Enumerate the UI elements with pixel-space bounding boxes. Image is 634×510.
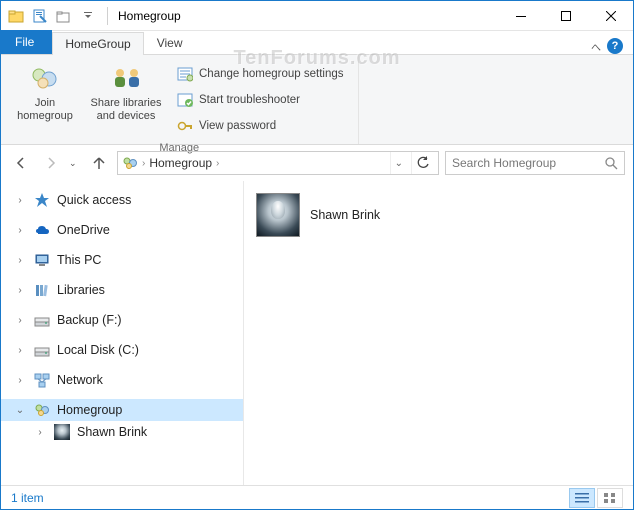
- quick-access-toolbar: [1, 5, 103, 27]
- history-dropdown-icon[interactable]: ⌄: [69, 158, 81, 169]
- refresh-button[interactable]: [411, 152, 434, 174]
- forward-button[interactable]: [39, 151, 63, 175]
- settings-icon: [177, 66, 193, 82]
- expand-icon[interactable]: ›: [13, 285, 27, 296]
- titlebar: Homegroup: [1, 1, 633, 31]
- crumb-separator-icon[interactable]: ›: [216, 158, 219, 169]
- tree-label: Quick access: [57, 193, 131, 207]
- tab-homegroup[interactable]: HomeGroup: [52, 32, 143, 55]
- tree-label: Shawn Brink: [77, 425, 147, 439]
- tree-label: Backup (F:): [57, 313, 122, 327]
- address-bar[interactable]: › Homegroup › ⌄: [117, 151, 439, 175]
- divider: [107, 7, 108, 25]
- window-controls: [498, 1, 633, 30]
- tree-backup-drive[interactable]: › Backup (F:): [1, 309, 243, 331]
- tab-file[interactable]: File: [1, 30, 52, 54]
- tree-label: This PC: [57, 253, 101, 267]
- item-count: 1 item: [11, 491, 44, 505]
- tree-label: Local Disk (C:): [57, 343, 139, 357]
- navigation-tree: › Quick access › OneDrive › This PC › Li…: [1, 181, 244, 485]
- key-icon: [177, 118, 193, 134]
- tab-view[interactable]: View: [144, 31, 196, 54]
- new-folder-icon[interactable]: [53, 5, 75, 27]
- tree-local-disk[interactable]: › Local Disk (C:): [1, 339, 243, 361]
- folder-icon: [5, 5, 27, 27]
- this-pc-icon: [33, 251, 51, 269]
- start-troubleshooter-label: Start troubleshooter: [199, 94, 300, 106]
- drive-icon: [33, 311, 51, 329]
- search-placeholder: Search Homegroup: [452, 156, 556, 170]
- user-avatar-icon: [53, 423, 71, 441]
- list-item[interactable]: Shawn Brink: [256, 193, 621, 237]
- network-icon: [33, 371, 51, 389]
- homegroup-icon: [122, 155, 138, 171]
- start-troubleshooter-button[interactable]: Start troubleshooter: [177, 89, 344, 111]
- join-homegroup-button[interactable]: Join homegroup: [7, 59, 83, 141]
- onedrive-icon: [33, 221, 51, 239]
- tree-libraries[interactable]: › Libraries: [1, 279, 243, 301]
- share-libraries-icon: [110, 63, 142, 95]
- icons-view-button[interactable]: [597, 488, 623, 508]
- change-settings-label: Change homegroup settings: [199, 68, 344, 80]
- tree-homegroup[interactable]: ⌄ Homegroup: [1, 399, 243, 421]
- help-icon[interactable]: ?: [607, 38, 623, 54]
- ribbon-tabs: File HomeGroup View へ ?: [1, 31, 633, 55]
- back-button[interactable]: [9, 151, 33, 175]
- collapse-icon[interactable]: ⌄: [13, 405, 27, 416]
- crumb-separator-icon[interactable]: ›: [142, 158, 145, 169]
- window-title: Homegroup: [112, 9, 498, 23]
- collapse-ribbon-icon[interactable]: へ: [591, 39, 601, 54]
- tree-label: OneDrive: [57, 223, 110, 237]
- expand-icon[interactable]: ›: [13, 255, 27, 266]
- quick-access-icon: [33, 191, 51, 209]
- search-box[interactable]: Search Homegroup: [445, 151, 625, 175]
- tree-label: Homegroup: [57, 403, 122, 417]
- tree-label: Libraries: [57, 283, 105, 297]
- ribbon-group-manage: Join homegroup Share libraries and devic…: [1, 55, 359, 144]
- homegroup-icon: [33, 401, 51, 419]
- qat-dropdown-icon[interactable]: [77, 5, 99, 27]
- navigation-bar: ⌄ › Homegroup › ⌄ Search Homegroup: [1, 145, 633, 181]
- tree-label: Network: [57, 373, 103, 387]
- expand-icon[interactable]: ›: [13, 195, 27, 206]
- view-password-label: View password: [199, 120, 276, 132]
- maximize-button[interactable]: [543, 1, 588, 30]
- minimize-button[interactable]: [498, 1, 543, 30]
- change-settings-button[interactable]: Change homegroup settings: [177, 63, 344, 85]
- join-homegroup-icon: [29, 63, 61, 95]
- search-icon: [604, 156, 618, 170]
- tree-network[interactable]: › Network: [1, 369, 243, 391]
- expand-icon[interactable]: ›: [13, 225, 27, 236]
- troubleshooter-icon: [177, 92, 193, 108]
- drive-icon: [33, 341, 51, 359]
- properties-icon[interactable]: [29, 5, 51, 27]
- address-dropdown-icon[interactable]: ⌄: [390, 152, 407, 174]
- join-homegroup-label: Join homegroup: [7, 97, 83, 123]
- expand-icon[interactable]: ›: [13, 345, 27, 356]
- share-libraries-button[interactable]: Share libraries and devices: [83, 59, 169, 141]
- user-avatar-icon: [256, 193, 300, 237]
- up-button[interactable]: [87, 151, 111, 175]
- expand-icon[interactable]: ›: [33, 427, 47, 438]
- item-label: Shawn Brink: [310, 208, 380, 222]
- explorer-body: › Quick access › OneDrive › This PC › Li…: [1, 181, 633, 485]
- ribbon: Join homegroup Share libraries and devic…: [1, 55, 633, 145]
- close-button[interactable]: [588, 1, 633, 30]
- tree-quick-access[interactable]: › Quick access: [1, 189, 243, 211]
- share-libraries-label: Share libraries and devices: [83, 97, 169, 123]
- view-password-button[interactable]: View password: [177, 115, 344, 137]
- expand-icon[interactable]: ›: [13, 375, 27, 386]
- tree-onedrive[interactable]: › OneDrive: [1, 219, 243, 241]
- tree-user[interactable]: › Shawn Brink: [1, 421, 243, 443]
- expand-icon[interactable]: ›: [13, 315, 27, 326]
- libraries-icon: [33, 281, 51, 299]
- status-bar: 1 item: [1, 485, 633, 509]
- breadcrumb-homegroup[interactable]: Homegroup: [149, 156, 212, 170]
- tree-this-pc[interactable]: › This PC: [1, 249, 243, 271]
- content-pane[interactable]: Shawn Brink: [244, 181, 633, 485]
- details-view-button[interactable]: [569, 488, 595, 508]
